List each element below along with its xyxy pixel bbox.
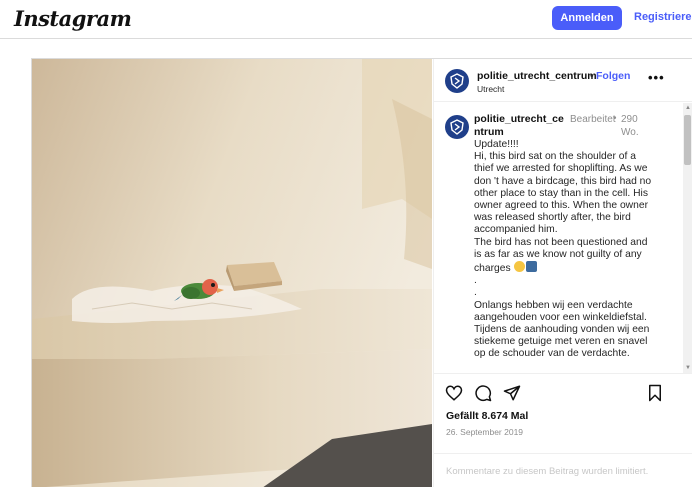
post-photo[interactable] xyxy=(32,59,432,487)
author-avatar[interactable] xyxy=(445,69,469,93)
author-username[interactable]: politie_utrecht_centrum xyxy=(477,70,597,82)
caption-dot: • xyxy=(613,113,617,124)
comment-icon[interactable] xyxy=(474,384,492,402)
caption-author-avatar[interactable] xyxy=(445,115,469,139)
caption-author[interactable]: politie_utrecht_centrum xyxy=(474,113,564,139)
caption-paragraph: The bird has not been questioned and is … xyxy=(474,237,654,276)
like-count[interactable]: Gefällt 8.674 Mal xyxy=(446,410,528,422)
instagram-logo[interactable]: Instagram xyxy=(14,6,132,31)
comment-footer: Kommentare zu diesem Beitrag wurden limi… xyxy=(434,453,692,487)
post-location[interactable]: Utrecht xyxy=(477,84,504,94)
heart-icon[interactable] xyxy=(445,384,463,402)
scroll-down-arrow-icon[interactable]: ▼ xyxy=(685,365,691,371)
caption-paragraph: . xyxy=(474,275,477,287)
caption-panel[interactable]: politie_utrecht_centrum Bearbeitet • 290… xyxy=(434,103,692,373)
register-link[interactable]: Registrieren xyxy=(634,11,692,23)
smile-emoji-icon xyxy=(513,261,525,273)
login-button[interactable]: Anmelden xyxy=(552,6,622,30)
edited-label: Bearbeitet xyxy=(570,114,616,125)
police-logo-icon xyxy=(450,119,464,135)
scroll-up-arrow-icon[interactable]: ▲ xyxy=(685,105,691,111)
post-actions: Gefällt 8.674 Mal 26. September 2019 xyxy=(434,373,692,453)
separator-dot: • xyxy=(590,70,594,82)
more-options-icon[interactable]: ••• xyxy=(648,70,665,85)
caption-paragraph: Onlangs hebben wij een verdachte aangeho… xyxy=(474,299,650,360)
caption-paragraph: Update!!!! xyxy=(474,139,519,150)
post-card: politie_utrecht_centrum • Folgen Utrecht… xyxy=(31,58,692,487)
share-icon[interactable] xyxy=(503,384,521,402)
post-sidebar: politie_utrecht_centrum • Folgen Utrecht… xyxy=(433,59,692,487)
police-officer-emoji-icon xyxy=(525,261,537,273)
post-date[interactable]: 26. September 2019 xyxy=(446,427,523,437)
caption-paragraph: . xyxy=(474,287,477,299)
follow-button[interactable]: Folgen xyxy=(596,70,630,82)
caption-text: Update!!!! Hi, this bird sat on the shou… xyxy=(474,139,654,361)
comments-limited-notice: Kommentare zu diesem Beitrag wurden limi… xyxy=(446,466,649,477)
post-age[interactable]: 290 Wo. xyxy=(621,113,651,139)
post-header: politie_utrecht_centrum • Folgen Utrecht… xyxy=(434,59,692,102)
scrollbar-thumb[interactable] xyxy=(684,115,691,165)
caption-paragraph-text: The bird has not been questioned and is … xyxy=(474,236,648,275)
top-navigation: Instagram Anmelden Registrieren xyxy=(0,0,692,39)
caption-paragraph: Hi, this bird sat on the shoulder of a t… xyxy=(474,151,652,236)
police-logo-icon xyxy=(450,73,464,89)
bookmark-icon[interactable] xyxy=(646,384,664,402)
bird-in-cell-image xyxy=(32,59,432,487)
